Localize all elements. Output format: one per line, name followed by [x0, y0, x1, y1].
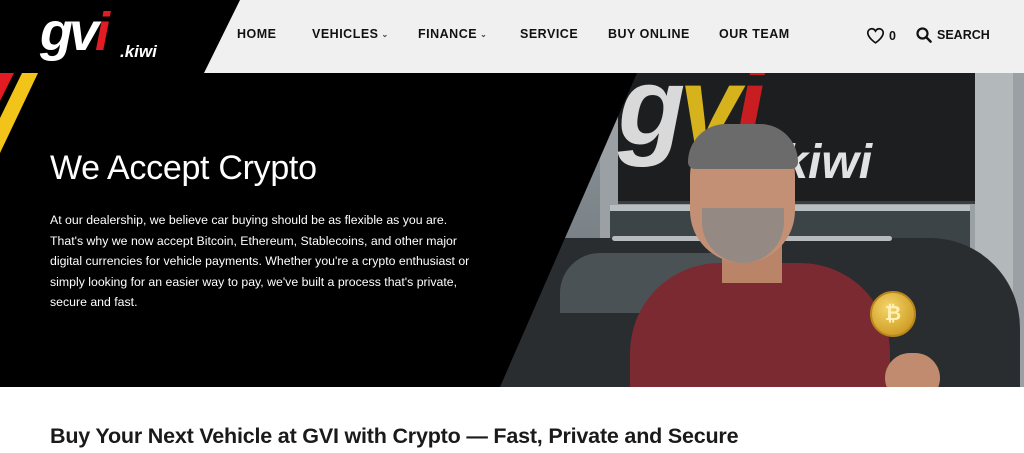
- nav-home-label: HOME: [237, 27, 277, 41]
- wordmark-letter: g: [40, 2, 73, 62]
- favourites-count: 0: [889, 28, 896, 43]
- nav-finance[interactable]: FINANCE ⌄: [418, 27, 487, 41]
- site-header: gvi .kiwi HOME VEHICLES ⌄ FINANCE ⌄ SERVIC…: [0, 0, 1024, 73]
- logo-domain: .kiwi: [120, 42, 157, 61]
- nav-buy-online-label: BUY ONLINE: [608, 27, 690, 41]
- bitcoin-coin: ₿: [870, 291, 916, 337]
- nav-service-label: SERVICE: [520, 27, 579, 41]
- wordmark-letter: i: [95, 2, 110, 62]
- wordmark-letter: v: [69, 2, 99, 62]
- gvi-logo[interactable]: gvi .kiwi: [40, 2, 190, 62]
- nav-our-team-label: OUR TEAM: [719, 27, 790, 41]
- search-label: SEARCH: [937, 28, 990, 42]
- nav-service[interactable]: SERVICE: [520, 27, 578, 41]
- nav-vehicles-label: VEHICLES: [312, 27, 379, 41]
- search-button[interactable]: SEARCH: [916, 27, 990, 43]
- search-icon: [916, 27, 932, 43]
- hero-title: We Accept Crypto: [50, 149, 317, 187]
- hero-banner: gvi .kiwi ₿ We Accept Crypto At our deal…: [0, 73, 1024, 387]
- smiling-man: [630, 124, 940, 387]
- chevron-down-icon: ⌄: [381, 30, 389, 39]
- nav-our-team[interactable]: OUR TEAM: [719, 27, 790, 41]
- favourites-button[interactable]: 0: [866, 27, 896, 44]
- nav-home[interactable]: HOME: [237, 27, 277, 41]
- nav-finance-label: FINANCE: [418, 27, 478, 41]
- hero-description: At our dealership, we believe car buying…: [50, 213, 470, 309]
- nav-buy-online[interactable]: BUY ONLINE: [608, 27, 690, 41]
- chevron-down-icon: ⌄: [480, 30, 488, 39]
- nav-vehicles[interactable]: VEHICLES ⌄: [312, 27, 389, 41]
- man-hair: [688, 124, 798, 169]
- heart-icon: [866, 27, 885, 44]
- section-heading: Buy Your Next Vehicle at GVI with Crypto…: [50, 424, 739, 448]
- logo-brand: gvi: [40, 2, 110, 62]
